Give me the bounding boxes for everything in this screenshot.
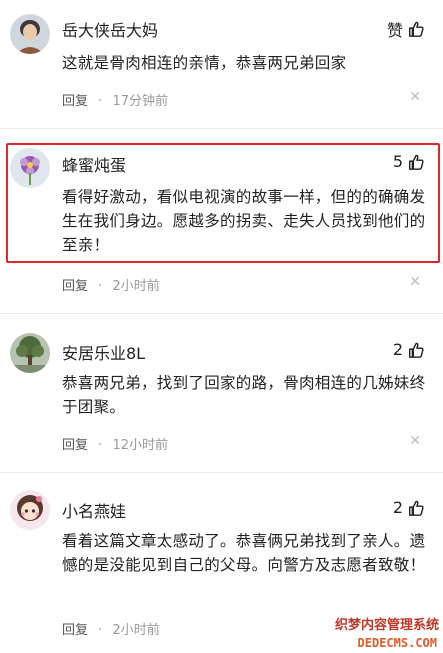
reply-button[interactable]: 回复 [62,438,88,453]
meta-separator: · [98,94,103,109]
comment-time: 2小时前 [112,623,160,638]
comment-text: 恭喜两兄弟，找到了回家的路，骨肉相连的几姊妹终于团聚。 [62,374,426,416]
comment-author[interactable]: 蜂蜜炖蛋 [62,152,126,176]
divider [0,472,443,473]
comment-meta: 回复 · 17分钟前 [62,90,168,109]
meta-separator: · [98,438,103,453]
flower-avatar-icon [10,148,50,188]
watermark-url: DEDECMS.COM [357,636,437,650]
like-button[interactable]: 5 [393,152,425,171]
thumbs-up-icon [408,342,424,358]
comment-meta: 回复 · 2小时前 [62,619,160,638]
like-button[interactable]: 赞 [387,17,425,41]
close-icon[interactable]: ✕ [409,433,421,449]
thumbs-up-icon [408,21,424,37]
reply-button[interactable]: 回复 [62,279,88,294]
like-button[interactable]: 2 [393,498,425,517]
thumbs-up-icon [408,154,424,170]
cartoon-girl-avatar-icon [10,490,50,530]
meta-separator: · [98,623,103,638]
comment-meta: 回复 · 12小时前 [62,434,168,453]
comment-time: 12小时前 [112,438,168,453]
close-icon[interactable]: ✕ [409,89,421,105]
comment-text: 看得好激动，看似电视演的故事一样，但的的确确发生在我们身边。愿越多的拐卖、走失人… [62,188,426,254]
comment-author[interactable]: 小名燕娃 [62,498,126,522]
comment-time: 2小时前 [112,279,160,294]
like-button[interactable]: 2 [393,340,425,359]
reply-button[interactable]: 回复 [62,623,88,638]
watermark: 织梦内容管理系统 DEDECMS.COM [331,617,443,653]
like-count: 5 [392,152,403,171]
reply-button[interactable]: 回复 [62,94,88,109]
like-count: 2 [392,340,403,359]
comment-text: 这就是骨肉相连的亲情，恭喜两兄弟回家 [62,54,347,72]
avatar[interactable] [10,14,50,54]
comment-meta: 回复 · 2小时前 [62,275,160,294]
meta-separator: · [98,279,103,294]
watermark-title: 织梦内容管理系统 [334,618,439,633]
comment-author[interactable]: 岳大侠岳大妈 [62,17,158,41]
comment-text: 看着这篇文章太感动了。恭喜俩兄弟找到了亲人。遗憾的是没能见到自己的父母。向警方及… [62,532,426,574]
like-count: 赞 [386,21,403,40]
elderly-woman-avatar-icon [10,14,50,54]
divider [0,313,443,314]
comment-time: 17分钟前 [112,94,168,109]
close-icon[interactable]: ✕ [409,274,421,290]
thumbs-up-icon [408,500,424,516]
like-count: 2 [392,498,403,517]
avatar[interactable] [10,148,50,188]
comment-author[interactable]: 安居乐业8L [62,340,145,364]
avatar[interactable] [10,490,50,530]
tree-avatar-icon [10,333,50,373]
divider [0,128,443,129]
avatar[interactable] [10,333,50,373]
